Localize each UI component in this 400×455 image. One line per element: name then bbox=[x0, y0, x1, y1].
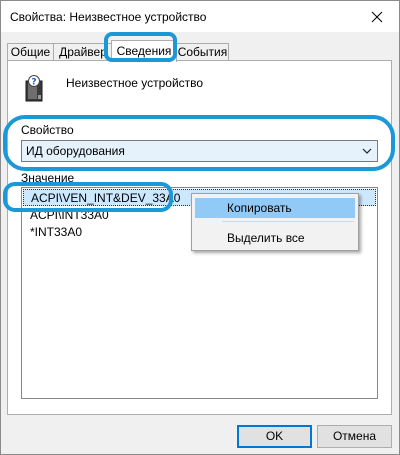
property-selected-value: ИД оборудования bbox=[26, 144, 125, 158]
property-label: Свойство bbox=[21, 123, 74, 137]
device-name: Неизвестное устройство bbox=[66, 76, 204, 90]
value-label: Значение bbox=[21, 171, 75, 185]
property-select[interactable]: ИД оборудования bbox=[21, 140, 378, 162]
svg-text:?: ? bbox=[31, 78, 36, 88]
tab-events[interactable]: События bbox=[176, 43, 229, 61]
menu-separator bbox=[222, 221, 354, 222]
close-icon bbox=[371, 11, 383, 22]
title-bar: Свойства: Неизвестное устройство bbox=[1, 1, 399, 32]
tab-general[interactable]: Общие bbox=[7, 43, 54, 61]
ok-button[interactable]: OK bbox=[237, 425, 312, 448]
tab-details[interactable]: Сведения bbox=[111, 40, 177, 62]
unknown-device-icon: ? bbox=[25, 75, 43, 102]
cancel-button[interactable]: Отмена bbox=[317, 425, 392, 448]
tab-driver[interactable]: Драйвер bbox=[53, 43, 113, 61]
context-menu: Копировать Выделить все bbox=[191, 193, 359, 251]
chevron-down-icon bbox=[362, 148, 372, 154]
window-title: Свойства: Неизвестное устройство bbox=[10, 10, 207, 24]
menu-item-copy[interactable]: Копировать bbox=[195, 198, 355, 218]
menu-item-select-all[interactable]: Выделить все bbox=[195, 228, 355, 248]
close-button[interactable] bbox=[355, 1, 399, 32]
